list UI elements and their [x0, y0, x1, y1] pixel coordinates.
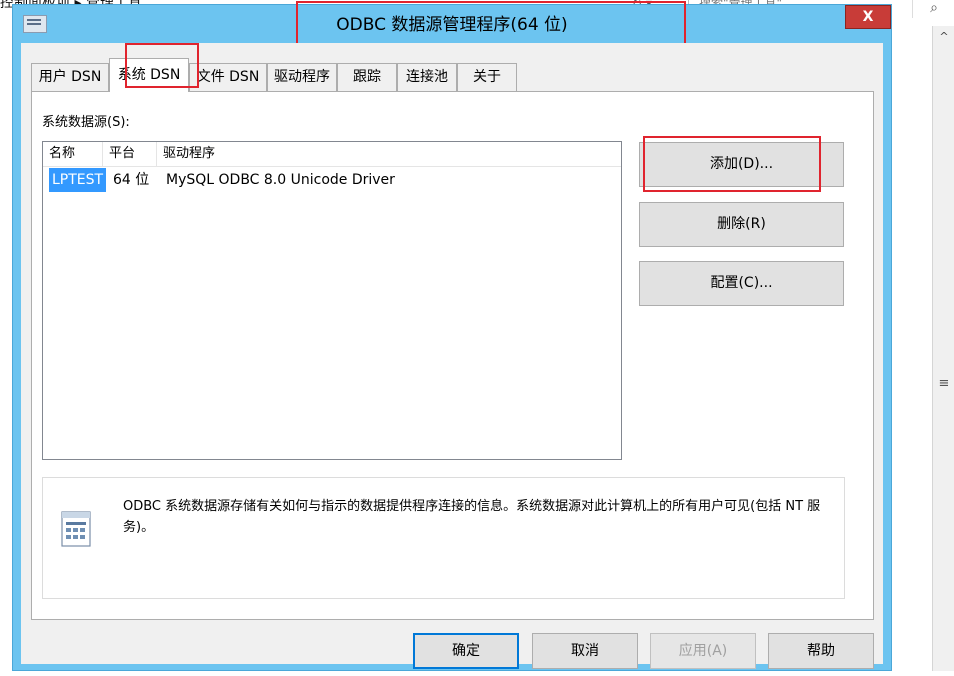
column-header-platform[interactable]: 平台	[103, 142, 157, 166]
apply-button[interactable]: 应用(A)	[650, 633, 756, 669]
background-scrollbar[interactable]: ^ ≡	[932, 26, 954, 671]
tab-annotation-box	[125, 43, 199, 88]
background-left-strip	[0, 36, 12, 676]
system-dsn-panel: 系统数据源(S): 名称 平台 驱动程序 LPTEST 64 位 MySQL O…	[31, 91, 874, 620]
info-box: ODBC 系统数据源存储有关如何与指示的数据提供程序连接的信息。系统数据源对此计…	[42, 477, 845, 599]
dialog-titlebar[interactable]: ODBC 数据源管理程序(64 位) X	[13, 1, 891, 49]
title-annotation-box	[296, 1, 686, 49]
tab-drivers[interactable]: 驱动程序	[267, 63, 337, 91]
cancel-button[interactable]: 取消	[532, 633, 638, 669]
background-right-pane	[892, 22, 930, 671]
table-row[interactable]: LPTEST 64 位 MySQL ODBC 8.0 Unicode Drive…	[43, 168, 621, 192]
list-header: 名称 平台 驱动程序	[43, 142, 621, 167]
remove-button[interactable]: 删除(R)	[639, 202, 844, 247]
tab-about[interactable]: 关于	[457, 63, 517, 91]
odbc-dialog: ODBC 数据源管理程序(64 位) X 用户 DSN 系统 DSN 文件 DS…	[12, 1, 892, 671]
add-button-annotation-box	[643, 136, 821, 192]
tab-file-dsn[interactable]: 文件 DSN	[189, 63, 267, 91]
configure-button[interactable]: 配置(C)...	[639, 261, 844, 306]
ok-button[interactable]: 确定	[413, 633, 519, 669]
system-data-sources-label: 系统数据源(S):	[42, 115, 130, 130]
tab-user-dsn[interactable]: 用户 DSN	[31, 63, 109, 91]
data-source-list[interactable]: 名称 平台 驱动程序 LPTEST 64 位 MySQL ODBC 8.0 Un…	[42, 141, 622, 460]
row-name-cell[interactable]: LPTEST	[49, 168, 107, 192]
scroll-up-icon[interactable]: ^	[933, 28, 954, 46]
scroll-grip-icon[interactable]: ≡	[933, 376, 954, 391]
row-driver-cell: MySQL ODBC 8.0 Unicode Driver	[166, 172, 395, 188]
tab-tracing[interactable]: 跟踪	[337, 63, 397, 91]
database-icon	[61, 511, 91, 547]
row-platform-cell: 64 位	[113, 172, 150, 188]
dialog-client-area: 用户 DSN 系统 DSN 文件 DSN 驱动程序 跟踪 连接池 关于 系统数据…	[21, 43, 883, 669]
help-button[interactable]: 帮助	[768, 633, 874, 669]
column-header-name[interactable]: 名称	[43, 142, 103, 166]
search-icon[interactable]: ⌕	[912, 0, 954, 18]
close-button[interactable]: X	[845, 5, 891, 29]
info-description: ODBC 系统数据源存储有关如何与指示的数据提供程序连接的信息。系统数据源对此计…	[123, 499, 821, 535]
column-header-driver[interactable]: 驱动程序	[157, 142, 621, 166]
tab-connection-pool[interactable]: 连接池	[397, 63, 457, 91]
